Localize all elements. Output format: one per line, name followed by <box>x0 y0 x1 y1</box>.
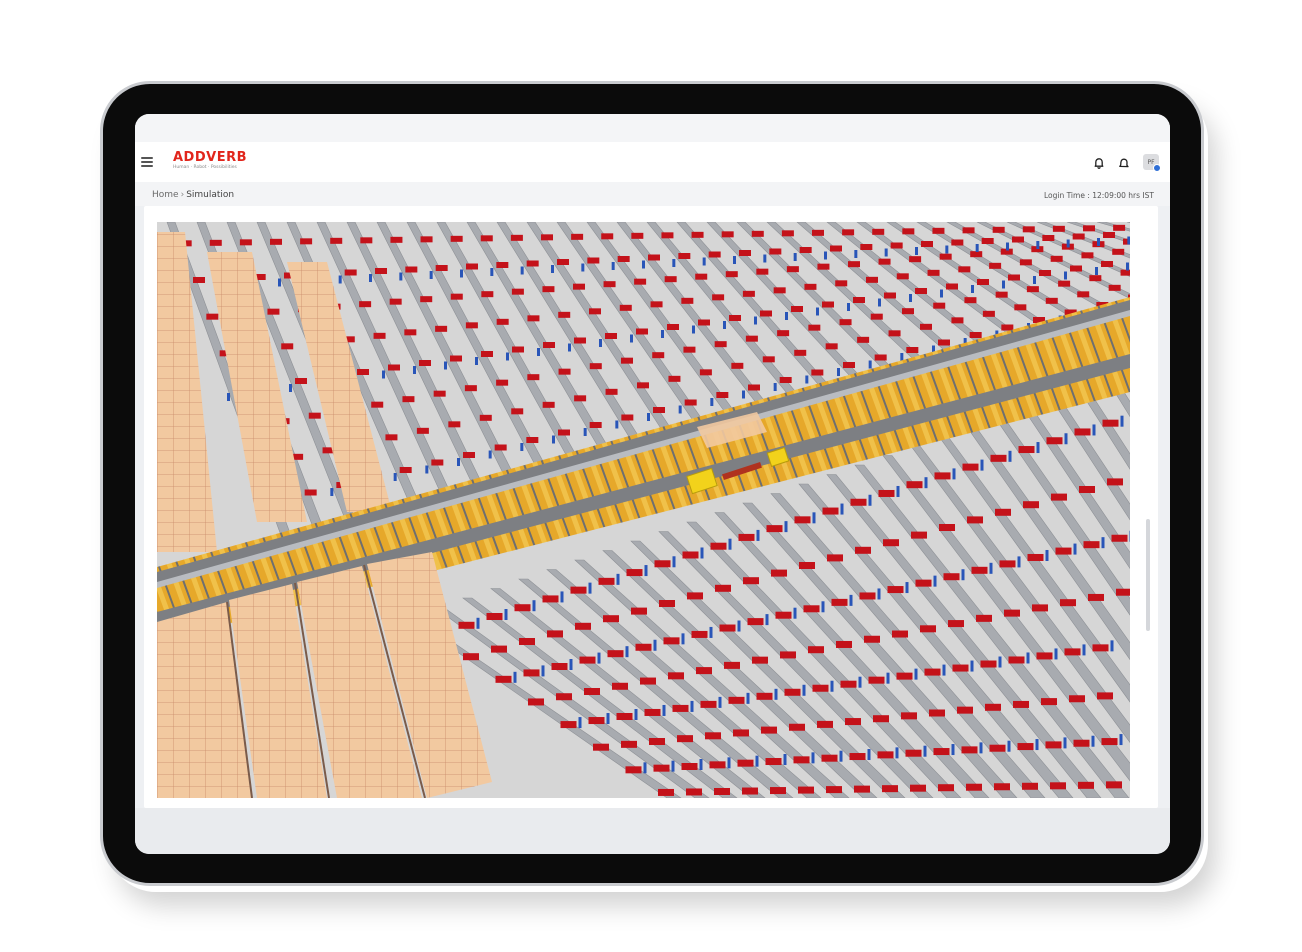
bell-icon[interactable] <box>1092 156 1106 170</box>
warehouse-3d-scene <box>157 222 1130 798</box>
app-screen: ADDVERB Human · Robot · Possibilities PF… <box>135 114 1170 854</box>
breadcrumb-separator: › <box>180 190 185 200</box>
bell-outline-icon[interactable] <box>1117 156 1131 170</box>
user-avatar[interactable]: PF <box>1143 154 1161 172</box>
status-indicator <box>1153 164 1161 172</box>
brand-tagline: Human · Robot · Possibilities <box>173 165 237 170</box>
subheader-bar: Home › Simulation Login Time : 12:09:00 hr… <box>135 182 1170 206</box>
login-time: Login Time : 12:09:00 hrs IST <box>1043 191 1154 200</box>
breadcrumb-current: Simulation <box>186 190 235 200</box>
app-header: ADDVERB Human · Robot · Possibilities PF <box>135 142 1170 182</box>
brand-logo[interactable]: ADDVERB Human · Robot · Possibilities <box>173 151 247 171</box>
breadcrumb: Home › Simulation <box>152 190 234 200</box>
brand-name: ADDVERB <box>173 150 248 165</box>
footer-area <box>135 808 1170 854</box>
simulation-viewport[interactable] <box>157 222 1130 798</box>
hamburger-menu-icon[interactable] <box>141 157 153 167</box>
viewport-scrollbar[interactable] <box>1146 519 1150 631</box>
breadcrumb-home[interactable]: Home <box>152 190 179 200</box>
